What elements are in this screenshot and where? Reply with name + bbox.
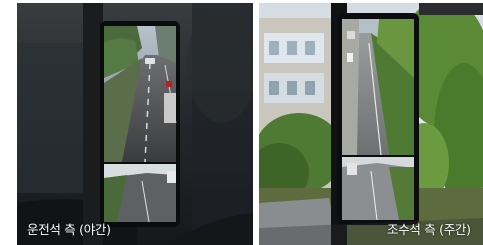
caption-passenger-side-day: 조수석 측 (주간)	[387, 222, 471, 237]
day-scene-image	[259, 3, 483, 245]
photo-passenger-side-day: 조수석 측 (주간)	[259, 3, 483, 245]
caption-driver-side-night: 운전석 측 (야간)	[27, 222, 111, 237]
photo-driver-side-night: 운전석 측 (야간)	[17, 3, 253, 245]
night-scene-image	[17, 3, 253, 245]
